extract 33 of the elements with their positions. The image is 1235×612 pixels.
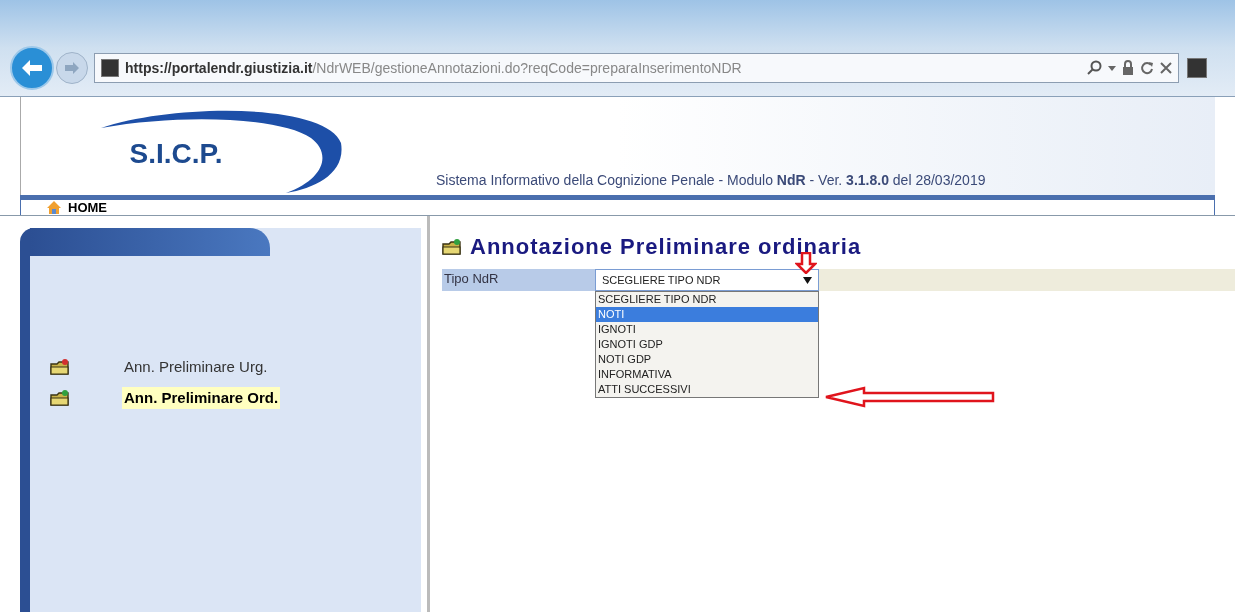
tab-favicon-icon: [1187, 58, 1207, 78]
logo-text: S.I.C.P.: [129, 137, 223, 171]
page-title: Annotazione Preliminare ordinaria: [470, 233, 862, 261]
refresh-icon[interactable]: [1140, 61, 1154, 75]
dropdown-option[interactable]: NOTI GDP: [596, 352, 818, 367]
dropdown-option[interactable]: IGNOTI: [596, 322, 818, 337]
system-subtitle: Sistema Informativo della Cognizione Penale - Modulo NdR - Ver. 3.1.8.0 del 28/03/2019: [436, 171, 986, 190]
folder-icon: [50, 358, 70, 377]
home-link[interactable]: HOME: [68, 197, 107, 218]
sidebar-link[interactable]: Ann. Preliminare Ord.: [122, 386, 281, 409]
url-text: https://portalendr.giustizia.it/NdrWEB/gestioneAnnotazioni.do?reqCode=preparaInserimentoNDR: [125, 58, 743, 78]
dropdown-option[interactable]: ATTI SUCCESSIVI: [596, 382, 818, 397]
type-select[interactable]: SCEGLIERE TIPO NDR: [595, 269, 819, 291]
close-icon[interactable]: [1160, 62, 1172, 74]
dropdown-option[interactable]: SCEGLIERE TIPO NDR: [596, 292, 818, 307]
dropdown-option[interactable]: INFORMATIVA: [596, 367, 818, 382]
dropdown-option[interactable]: NOTI: [596, 307, 818, 322]
field-label: Tipo NdR: [442, 269, 595, 291]
home-icon: [46, 200, 62, 215]
dropdown-option[interactable]: IGNOTI GDP: [596, 337, 818, 352]
caret-icon: [1108, 65, 1116, 71]
lock-icon: [1122, 60, 1134, 76]
site-favicon-icon: [101, 59, 119, 77]
folder-icon: [442, 237, 462, 256]
forward-arrow-icon: [64, 62, 80, 74]
back-arrow-icon: [21, 59, 43, 77]
caret-icon: [803, 276, 812, 284]
annotation-arrow: [795, 252, 817, 274]
back-button[interactable]: [10, 46, 54, 90]
address-bar[interactable]: https://portalendr.giustizia.it/NdrWEB/gestioneAnnotazioni.do?reqCode=preparaInserimentoNDR: [94, 53, 1179, 83]
search-icon: [1086, 60, 1102, 76]
sidebar-link[interactable]: Ann. Preliminare Urg.: [122, 356, 270, 379]
folder-icon: [50, 388, 70, 407]
